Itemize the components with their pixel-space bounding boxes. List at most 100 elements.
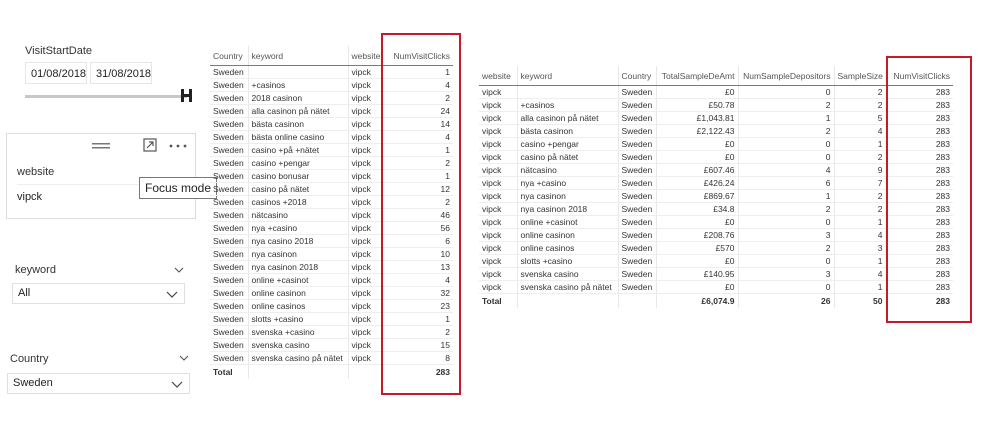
- column-header[interactable]: Country: [617, 66, 656, 86]
- table-cell: 2: [833, 202, 886, 216]
- table-cell: vipck: [347, 169, 381, 183]
- table-cell: nya +casino: [247, 221, 348, 235]
- table-cell: vipck: [347, 208, 381, 222]
- table-cell: bästa online casino: [247, 130, 348, 144]
- total-cell: [247, 364, 348, 379]
- table-row: vipck nya casinon Sweden £869.67 1 2 283: [479, 189, 953, 203]
- date-range-slider[interactable]: [25, 95, 187, 98]
- table-cell: 0: [737, 280, 834, 294]
- numvisitclicks-highlight-box: [886, 56, 972, 323]
- table-cell: +casinos: [247, 78, 348, 92]
- table-cell: Sweden: [210, 312, 248, 326]
- table-cell: Sweden: [210, 221, 248, 235]
- table-cell: Sweden: [210, 247, 248, 261]
- table-cell: casino på nätet: [516, 150, 618, 164]
- table-cell: 2: [737, 124, 834, 138]
- drag-handle-icon[interactable]: [92, 142, 110, 150]
- table-cell: casino bonusar: [247, 169, 348, 183]
- column-header[interactable]: TotalSampleDeAmt: [655, 66, 738, 86]
- total-row: Total £6,074.9 26 50 283: [479, 293, 953, 308]
- table-cell: vipck: [479, 176, 517, 190]
- table-cell: 1: [737, 111, 834, 125]
- table-cell: alla casinon på nätet: [516, 111, 618, 125]
- table-row: vipck online casinon Sweden £208.76 3 4 283: [479, 228, 953, 242]
- more-options-icon[interactable]: [169, 144, 187, 148]
- focus-mode-icon[interactable]: [143, 138, 157, 152]
- table-cell: vipck: [347, 156, 381, 170]
- table-cell: £426.24: [655, 176, 738, 190]
- total-cell: Total: [479, 293, 517, 308]
- chevron-down-icon[interactable]: [179, 355, 189, 361]
- table-cell: [516, 85, 618, 99]
- column-header[interactable]: Country: [210, 46, 248, 66]
- table-row: vipck casino på nätet Sweden £0 0 2 283: [479, 150, 953, 164]
- table-cell: 2: [833, 150, 886, 164]
- table-cell: £140.95: [655, 267, 738, 281]
- slider-handle-icon[interactable]: [181, 89, 192, 102]
- table-cell: vipck: [347, 299, 381, 313]
- start-date-input[interactable]: 01/08/2018: [25, 62, 87, 84]
- table-cell: vipck: [479, 163, 517, 177]
- table-cell: vipck: [347, 182, 381, 196]
- end-date-input[interactable]: 31/08/2018: [90, 62, 152, 84]
- table-cell: 4: [833, 124, 886, 138]
- table-cell: 1: [833, 215, 886, 229]
- table-cell: vipck: [347, 247, 381, 261]
- table-cell: £34.8: [655, 202, 738, 216]
- table-cell: vipck: [479, 150, 517, 164]
- total-cell: 26: [737, 293, 834, 308]
- column-header[interactable]: keyword: [516, 66, 618, 86]
- table-cell: vipck: [347, 78, 381, 92]
- table-cell: vipck: [479, 241, 517, 255]
- table-row: vipck svenska casino Sweden £140.95 3 4 283: [479, 267, 953, 281]
- website-slicer-value[interactable]: vipck: [17, 191, 42, 203]
- table-row: vipck nätcasino Sweden £607.46 4 9 283: [479, 163, 953, 177]
- keyword-dropdown-value: All: [18, 287, 31, 299]
- table-cell: vipck: [347, 143, 381, 157]
- column-header[interactable]: website: [347, 46, 381, 66]
- column-header[interactable]: SampleSize: [833, 66, 886, 86]
- country-slicer-title: Country: [10, 353, 49, 365]
- table-cell: Sweden: [617, 280, 656, 294]
- table-cell: Sweden: [210, 234, 248, 248]
- table-cell: vipck: [347, 286, 381, 300]
- total-cell: [617, 293, 656, 308]
- table-cell: online +casinot: [247, 273, 348, 287]
- table-cell: vipck: [347, 312, 381, 326]
- table-cell: £2,122.43: [655, 124, 738, 138]
- column-header[interactable]: website: [479, 66, 517, 86]
- table-cell: 2: [737, 98, 834, 112]
- table-cell: nätcasino: [516, 163, 618, 177]
- table-cell: vipck: [347, 117, 381, 131]
- table-cell: £0: [655, 150, 738, 164]
- table-cell: 2: [833, 189, 886, 203]
- table-cell: Sweden: [617, 241, 656, 255]
- table-cell: Sweden: [210, 117, 248, 131]
- table-cell: nya casinon 2018: [247, 260, 348, 274]
- column-header[interactable]: NumSampleDepositors: [737, 66, 834, 86]
- table-cell: vipck: [479, 280, 517, 294]
- table-cell: 1: [833, 137, 886, 151]
- table-cell: Sweden: [210, 208, 248, 222]
- table-cell: Sweden: [210, 195, 248, 209]
- keyword-dropdown[interactable]: All: [12, 283, 185, 304]
- table-row: vipck slotts +casino Sweden £0 0 1 283: [479, 254, 953, 268]
- table-cell: 9: [833, 163, 886, 177]
- country-dropdown[interactable]: Sweden: [7, 373, 190, 394]
- table-cell: Sweden: [617, 150, 656, 164]
- table-cell: vipck: [347, 104, 381, 118]
- table-cell: online casinon: [516, 228, 618, 242]
- table-row: vipck casino +pengar Sweden £0 0 1 283: [479, 137, 953, 151]
- table-cell: vipck: [347, 91, 381, 105]
- table-cell: Sweden: [210, 299, 248, 313]
- table-cell: Sweden: [617, 202, 656, 216]
- table-cell: 4: [833, 228, 886, 242]
- table-cell: 6: [737, 176, 834, 190]
- table-cell: vipck: [479, 98, 517, 112]
- table-cell: vipck: [347, 260, 381, 274]
- chevron-down-icon[interactable]: [174, 267, 184, 273]
- table-row: vipck nya casinon 2018 Sweden £34.8 2 2 283: [479, 202, 953, 216]
- table-cell: Sweden: [617, 254, 656, 268]
- table-cell: alla casinon på nätet: [247, 104, 348, 118]
- column-header[interactable]: keyword: [247, 46, 348, 66]
